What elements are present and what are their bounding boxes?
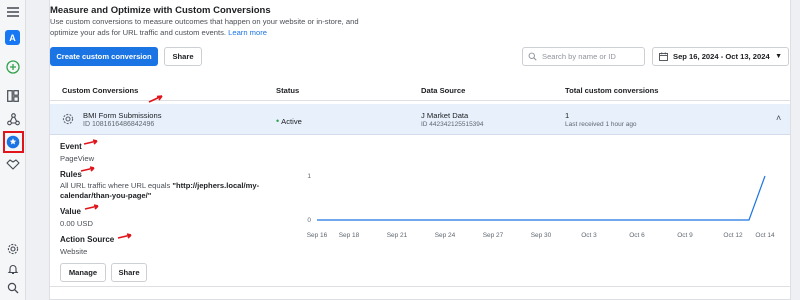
- annotation-arrow-icon: [117, 233, 132, 239]
- x-tick-label: Oct 3: [581, 232, 597, 239]
- rules-url-part1: "http://jephers.local/my-: [172, 181, 260, 190]
- conversion-name[interactable]: BMI Form Submissions: [83, 111, 162, 120]
- share-button[interactable]: Share: [164, 47, 202, 66]
- x-tick-label: Sep 30: [531, 232, 552, 239]
- active-dot-icon: •: [276, 116, 280, 126]
- annotation-arrow-icon: [83, 139, 98, 145]
- status-badge: • Active: [276, 116, 302, 126]
- data-source-name: J Market Data: [421, 111, 469, 120]
- conversion-detail-panel: Event PageView Rules All URL traffic whe…: [50, 135, 790, 287]
- detail-share-button[interactable]: Share: [111, 263, 147, 282]
- x-tick-label: Sep 24: [435, 232, 456, 239]
- table-row[interactable]: BMI Form Submissions ID 1081616486842496…: [50, 104, 790, 135]
- calendar-icon: [659, 52, 668, 61]
- search-placeholder: Search by name or ID: [542, 52, 616, 61]
- description-text: Use custom conversions to measure outcom…: [50, 17, 359, 37]
- y-tick-label: 1: [307, 173, 311, 180]
- account-avatar[interactable]: A: [5, 30, 20, 45]
- plus-circle-icon[interactable]: [5, 59, 21, 75]
- x-tick-label: Sep 27: [483, 232, 504, 239]
- x-tick-label: Oct 9: [677, 232, 693, 239]
- create-custom-conversion-button[interactable]: Create custom conversion: [50, 47, 158, 66]
- y-tick-label: 0: [307, 217, 311, 224]
- settings-icon[interactable]: [5, 241, 21, 257]
- annotation-arrow-icon: [80, 166, 95, 172]
- search-icon: [528, 52, 537, 61]
- learn-more-link[interactable]: Learn more: [228, 28, 267, 37]
- bell-icon[interactable]: [5, 261, 21, 277]
- manage-button[interactable]: Manage: [60, 263, 106, 282]
- x-tick-label: Oct 6: [629, 232, 645, 239]
- x-tick-label: Sep 16: [307, 232, 328, 239]
- action-source-value: Website: [60, 247, 88, 256]
- chevron-up-icon[interactable]: ˄: [776, 113, 781, 123]
- x-tick-label: Sep 21: [387, 232, 408, 239]
- search-input[interactable]: Search by name or ID: [522, 47, 645, 66]
- column-header-data-source[interactable]: Data Source: [421, 86, 465, 95]
- rules-value-line1: All URL traffic where URL equals "http:/…: [60, 181, 259, 190]
- menu-icon[interactable]: [5, 4, 21, 20]
- x-tick-label: Sep 18: [339, 232, 360, 239]
- handshake-icon[interactable]: [5, 156, 21, 172]
- annotation-arrow-icon: [84, 204, 99, 210]
- layout-icon[interactable]: [5, 88, 21, 104]
- event-value: PageView: [60, 154, 95, 163]
- series-line: [317, 175, 766, 221]
- value-value: 0.00 USD: [60, 219, 93, 228]
- date-range-value: Sep 16, 2024 - Oct 13, 2024: [673, 52, 770, 61]
- search-icon[interactable]: [5, 280, 21, 296]
- column-header-total-conversions[interactable]: Total custom conversions: [565, 86, 659, 95]
- left-rail: A: [0, 0, 26, 300]
- value-label: Value: [60, 207, 81, 216]
- column-header-custom-conversions[interactable]: Custom Conversions: [62, 86, 138, 95]
- chevron-down-icon: ▼: [775, 53, 782, 60]
- event-label: Event: [60, 142, 82, 151]
- total-conversions: 1: [565, 111, 570, 120]
- custom-conversions-card: Measure and Optimize with Custom Convers…: [49, 0, 791, 300]
- conversion-id: ID 1081616486842496: [83, 121, 155, 128]
- annotation-arrow-icon: [148, 95, 163, 103]
- status-text: Active: [281, 117, 302, 126]
- last-received: Last received 1 hour ago: [565, 121, 637, 128]
- rules-value-line2: calendar/than-you-page/": [60, 191, 151, 200]
- star-badge-icon[interactable]: [5, 134, 21, 150]
- gear-icon: [62, 113, 74, 125]
- column-header-status[interactable]: Status: [276, 86, 299, 95]
- data-source-id: ID 442342125515394: [421, 121, 484, 128]
- rules-url-part2: calendar/than-you-page/": [60, 191, 152, 200]
- page-title: Measure and Optimize with Custom Convers…: [50, 5, 271, 16]
- x-tick-label: Oct 12: [723, 232, 743, 239]
- connections-icon[interactable]: [5, 111, 21, 127]
- date-range-picker[interactable]: Sep 16, 2024 - Oct 13, 2024 ▼: [652, 47, 789, 66]
- action-source-label: Action Source: [60, 235, 115, 244]
- page-description: Use custom conversions to measure outcom…: [50, 16, 370, 38]
- x-tick-label: Oct 14: [755, 232, 775, 239]
- rules-prefix: All URL traffic where URL equals: [60, 181, 173, 190]
- rules-label: Rules: [60, 170, 82, 179]
- conversions-chart: 1 0 Sep 16 Sep 18 Sep 21 Sep 24 Sep 27 Sep 30 Oc…: [307, 173, 775, 239]
